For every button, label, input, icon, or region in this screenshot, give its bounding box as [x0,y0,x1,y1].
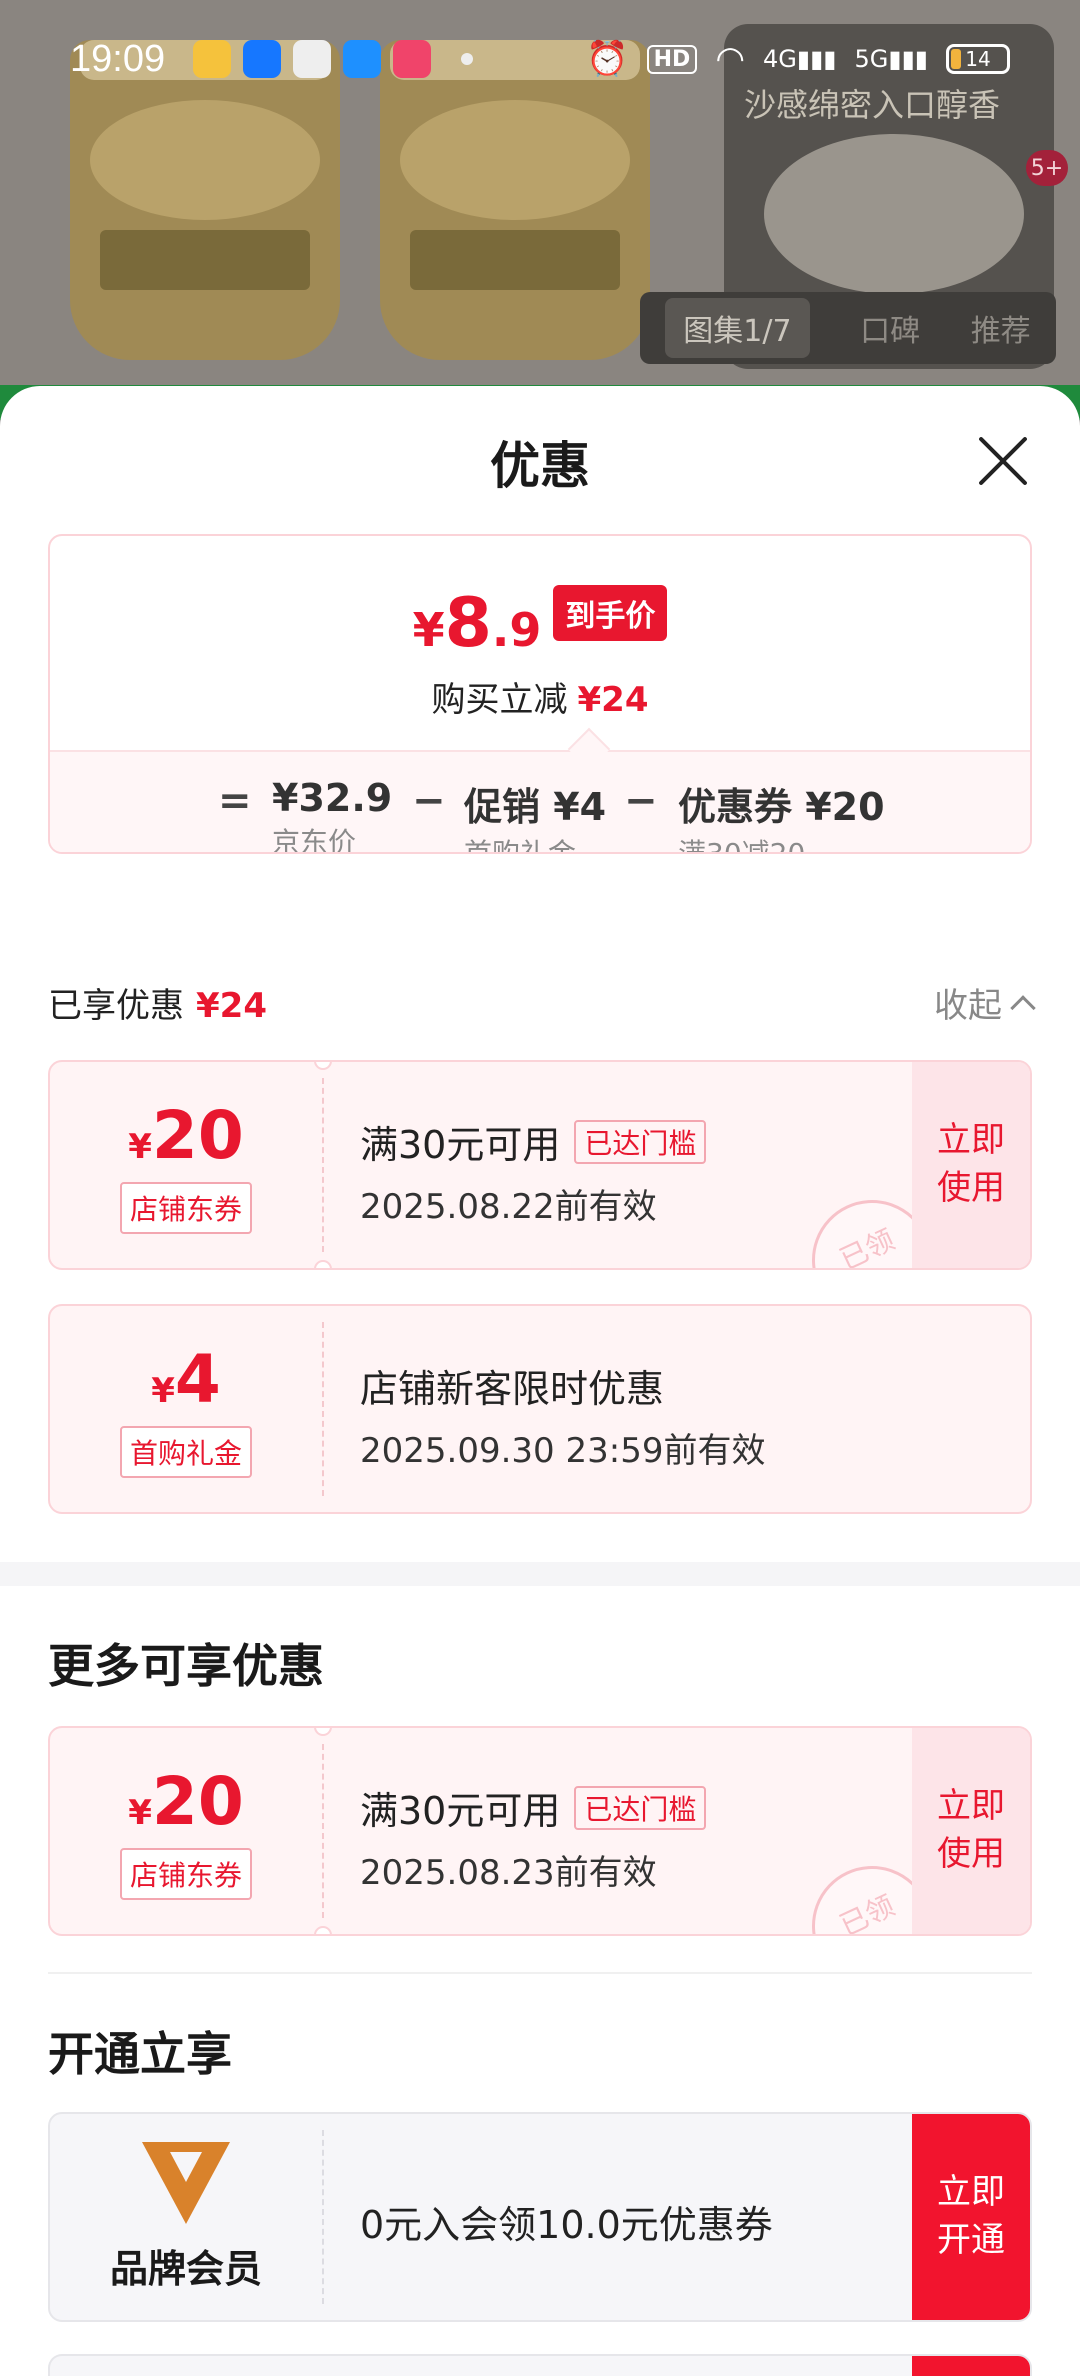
close-icon[interactable] [974,432,1032,490]
more-coupon-expiry: 2025.08.23前有效 [360,1853,657,1893]
status-bar: 19:09 ⏰ HD ◠ 4G▮▮▮ 5G▮▮▮ 14 [0,0,1080,118]
notification-app-2-icon [243,40,282,78]
jd-price-label: 京东价 [272,826,357,854]
gift-expiry: 2025.09.30 23:59前有效 [360,1431,766,1471]
minus-sign-2: − [624,778,658,824]
section-divider [0,1562,1080,1586]
coupon-amount: ¥20 [128,1097,244,1174]
next-card-peek [48,2354,1032,2376]
more-coupon-condition: 满30元可用 [360,1789,561,1833]
collapse-label: 收起 [934,986,1002,1026]
price-breakdown: = ¥32.9 京东价 − 促销 ¥4 首购礼金 4 − 优惠券 ¥20 满30… [50,750,1030,854]
equals-sign: = [218,778,252,824]
jd-price-value: ¥32.9 [272,776,393,820]
more-discounts-title: 更多可享优惠 [48,1639,324,1693]
enjoyed-amount: ¥24 [196,986,267,1026]
coupon-expiry: 2025.08.22前有效 [360,1187,657,1227]
coupon-label: 满30减20 [678,837,806,854]
use-now-button[interactable]: 立即 使用 [912,1062,1030,1268]
reduce-amount: ¥24 [577,680,649,720]
gallery-tabs: 图集1/7 口碑 推荐 [640,292,1056,364]
jd-price-item: ¥32.9 京东价 [272,776,393,854]
status-indicators: ⏰ HD ◠ 4G▮▮▮ 5G▮▮▮ 14 [586,39,1010,79]
gift-currency: ¥ [151,1370,175,1411]
more-coupon-currency: ¥ [128,1792,152,1833]
image-count-badge: 5+ [1026,150,1068,186]
member-description: 0元入会领10.0元优惠券 [360,2203,773,2247]
store-coupon-card: ¥20 店铺东券 满30元可用 已达门槛 2025.08.22前有效 已领 立即 … [48,1060,1032,1270]
sheet-title: 优惠 [490,437,590,495]
promotion-item: 促销 ¥4 首购礼金 4 [464,776,607,854]
more-coupon-type-tag: 店铺东券 [119,1847,252,1900]
price-summary-card: ¥8.9 到手价 购买立减 ¥24 = ¥32.9 京东价 − 促销 ¥4 首购礼金… [48,534,1032,854]
open-benefits-title: 开通立享 [48,2027,232,2081]
collapse-button[interactable]: 收起 [934,978,1036,1027]
4g-signal-icon: 4G▮▮▮ [763,45,837,73]
coupon-condition: 满30元可用 [360,1123,561,1167]
tab-reviews: 口碑 [860,314,921,349]
brand-member-card: 品牌会员 0元入会领10.0元优惠券 立即 开通 [48,2112,1032,2322]
coupon-item: 优惠券 ¥20 满30减20 [678,776,885,854]
coupon-type-tag: 店铺东券 [119,1181,252,1234]
promotion-value: 促销 ¥4 [464,785,607,829]
reduce-line: 购买立减 ¥24 [50,672,1030,721]
gift-type-tag: 首购礼金 [119,1425,252,1478]
divider-line [48,1972,1032,1974]
final-price-int: 8 [444,584,492,663]
5g-signal-icon: 5G▮▮▮ [854,45,929,73]
more-coupon-value-number: 20 [151,1762,244,1840]
promotion-label: 首购礼金 4 [464,837,577,854]
notification-app-1-icon [193,40,232,78]
more-store-coupon-card: ¥20 店铺东券 满30元可用 已达门槛 2025.08.23前有效 已领 立即 … [48,1726,1032,1936]
final-price-tag: 到手价 [553,585,668,641]
coupon-currency: ¥ [128,1126,152,1167]
gift-amount: ¥4 [151,1341,221,1418]
tab-recommend: 推荐 [970,314,1031,349]
more-use-now-button[interactable]: 立即 使用 [912,1728,1030,1934]
hd-icon: HD [646,44,698,74]
enjoyed-discount-header: 已享优惠 ¥24 [48,978,267,1027]
4g-label: 4G [763,45,797,73]
chevron-up-icon [1010,994,1036,1021]
minus-sign-1: − [412,778,446,824]
brand-v-logo-icon [142,2141,230,2224]
threshold-met-badge: 已达门槛 [574,1119,707,1164]
discount-sheet: 优惠 ¥8.9 到手价 购买立减 ¥24 = ¥32.9 京东价 − 促销 ¥4 首… [0,386,1080,2376]
coupon-value: 优惠券 ¥20 [678,785,885,829]
alarm-icon: ⏰ [586,39,629,79]
battery-level: 14 [965,47,991,71]
more-notifications-dot-icon [461,53,474,65]
tab-gallery: 图集1/7 [665,298,810,358]
reduce-label: 购买立减 [431,680,568,720]
gift-condition: 店铺新客限时优惠 [360,1367,665,1411]
more-threshold-met-badge: 已达门槛 [574,1785,707,1830]
wifi-icon: ◠ [715,39,745,79]
notification-app-4-icon [343,40,382,78]
first-purchase-gift-card: ¥4 首购礼金 店铺新客限时优惠 2025.09.30 23:59前有效 [48,1304,1032,1514]
open-now-button[interactable]: 立即 开通 [912,2114,1030,2320]
gift-value-number: 4 [174,1340,221,1418]
final-price-dec: .9 [491,603,542,657]
notification-app-5-icon [393,40,432,78]
final-price: ¥8.9 到手价 [50,584,1030,663]
enjoyed-label: 已享优惠 [48,986,184,1026]
final-price-currency: ¥ [412,603,445,657]
more-coupon-amount: ¥20 [128,1763,244,1840]
coupon-value-number: 20 [151,1096,244,1174]
5g-label: 5G [854,45,889,73]
wechat-icon [293,40,332,78]
member-name: 品牌会员 [109,2246,262,2291]
battery-icon: 14 [946,44,1010,74]
status-time: 19:09 [70,37,166,80]
